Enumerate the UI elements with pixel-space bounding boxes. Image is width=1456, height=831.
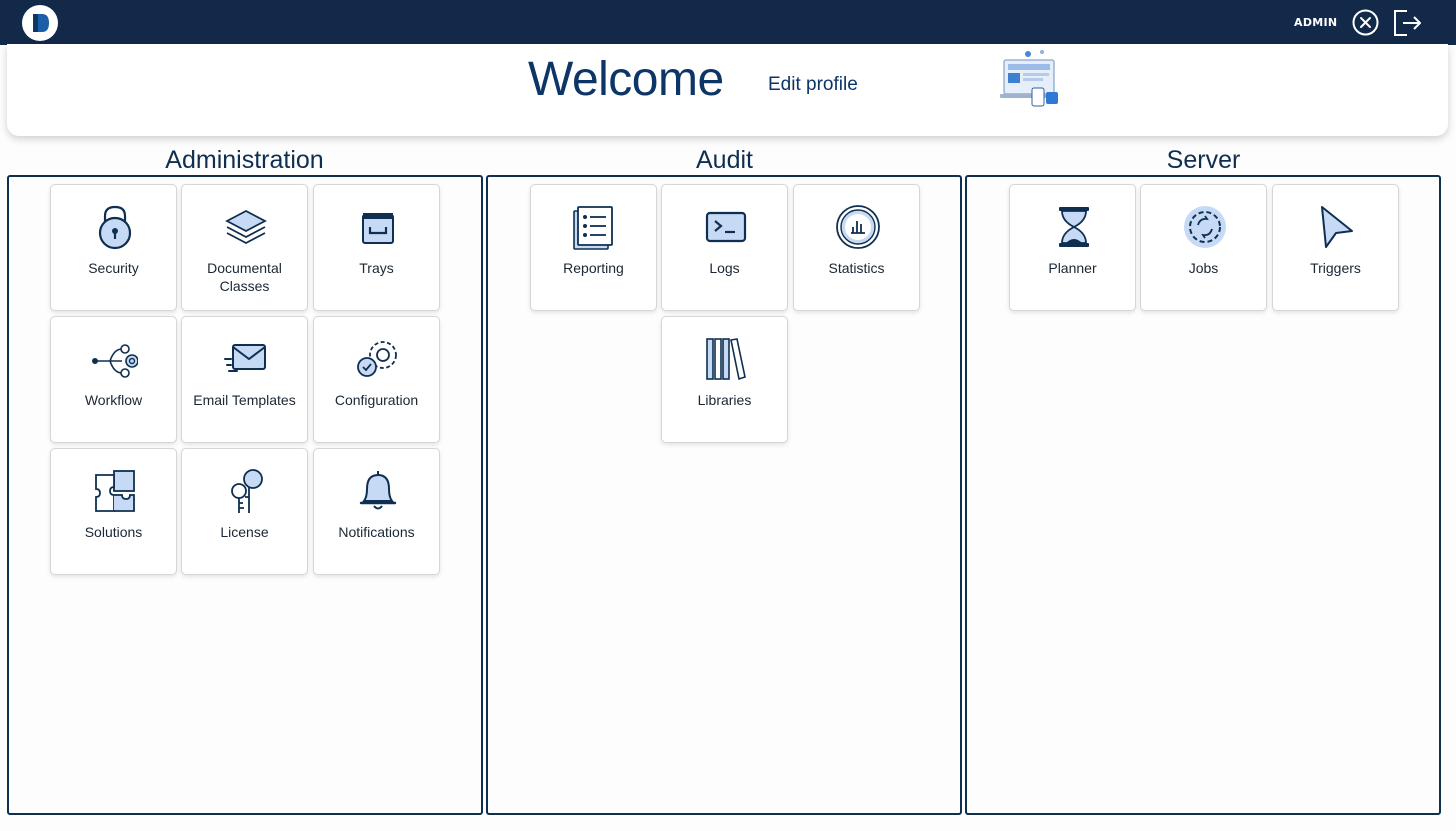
tile-statistics[interactable]: Statistics [793, 184, 920, 311]
gear-sync-icon [1184, 206, 1226, 248]
tile-label: Solutions [84, 524, 143, 540]
tile-label: Security [88, 260, 139, 276]
tile-libraries[interactable]: Libraries [661, 316, 788, 443]
close-circle-icon [1352, 9, 1379, 36]
logout-button[interactable] [1392, 8, 1422, 38]
user-name: ADMIN [1294, 16, 1338, 29]
tile-email-templates[interactable]: Email Templates [181, 316, 308, 443]
tile-planner[interactable]: Planner [1009, 184, 1136, 311]
welcome-card [7, 44, 1448, 136]
layers-icon [225, 209, 267, 245]
padlock-icon [98, 205, 132, 250]
tile-label: Logs [709, 260, 740, 276]
email-icon [224, 344, 266, 372]
tile-reporting[interactable]: Reporting [530, 184, 657, 311]
tile-trays[interactable]: Trays [313, 184, 440, 311]
terminal-icon [705, 211, 747, 243]
tile-label: Libraries [697, 392, 752, 408]
section-title-administration: Administration [165, 146, 324, 174]
tile-label: Notifications [338, 524, 415, 540]
tile-workflow[interactable]: Workflow [50, 316, 177, 443]
puzzle-icon [95, 470, 135, 512]
license-icon [231, 469, 263, 513]
tile-label: Email Templates [193, 392, 296, 408]
tray-icon [362, 213, 394, 244]
tile-solutions[interactable]: Solutions [50, 448, 177, 575]
tile-license[interactable]: License [181, 448, 308, 575]
welcome-title: Welcome [528, 53, 724, 106]
tile-jobs[interactable]: Jobs [1140, 184, 1267, 311]
tile-logs[interactable]: Logs [661, 184, 788, 311]
tile-security[interactable]: Security [50, 184, 177, 311]
tile-label: Jobs [1188, 260, 1219, 276]
bell-icon [359, 471, 397, 510]
tile-label: Reporting [563, 260, 624, 276]
tile-label: Workflow [84, 392, 143, 408]
tile-label: License [220, 524, 269, 540]
hourglass-icon [1059, 207, 1089, 247]
top-bar: ADMIN [0, 0, 1456, 45]
logo-icon [33, 14, 49, 32]
workflow-icon [92, 344, 138, 378]
app-logo[interactable] [22, 5, 58, 41]
chart-circle-icon [836, 205, 880, 249]
cursor-icon [1321, 206, 1353, 248]
books-icon [706, 338, 746, 381]
gears-icon [357, 341, 397, 377]
logout-icon [1394, 10, 1421, 36]
tile-label: Triggers [1310, 260, 1361, 276]
tile-triggers[interactable]: Triggers [1272, 184, 1399, 311]
section-title-audit: Audit [696, 146, 753, 174]
tile-label: Configuration [334, 392, 419, 408]
tile-notifications[interactable]: Notifications [313, 448, 440, 575]
tile-label: Documental Classes [207, 260, 282, 294]
tile-documental-classes[interactable]: Documental Classes [181, 184, 308, 311]
tile-label: Planner [1048, 260, 1097, 276]
tile-configuration[interactable]: Configuration [313, 316, 440, 443]
close-button[interactable] [1352, 9, 1379, 36]
edit-profile-link[interactable]: Edit profile [768, 74, 858, 96]
tile-label: Trays [359, 260, 394, 276]
dashboard-illustration [998, 46, 1064, 110]
tile-label: Statistics [828, 260, 885, 276]
report-icon [573, 206, 613, 250]
section-title-server: Server [1166, 146, 1241, 174]
